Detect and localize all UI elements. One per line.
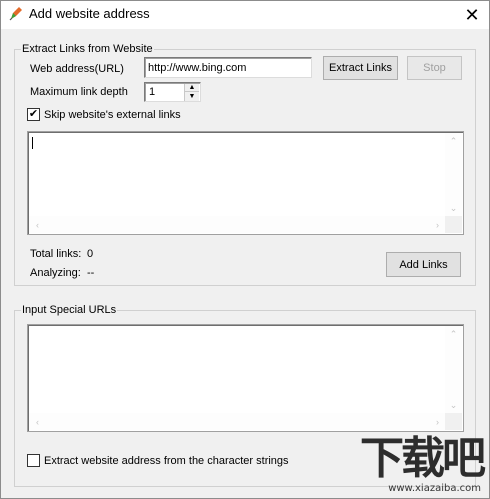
web-address-input[interactable] — [144, 57, 312, 78]
scroll-up-icon[interactable]: ⌃ — [445, 133, 462, 150]
total-links-value: 0 — [87, 248, 94, 260]
close-icon: ✕ — [464, 4, 480, 25]
checkmark-icon: ✔ — [28, 108, 39, 120]
extract-strings-checkbox[interactable] — [27, 454, 40, 467]
scroll-corner — [445, 216, 462, 233]
scroll-corner — [445, 413, 462, 430]
vertical-scrollbar[interactable]: ⌃ ⌄ — [445, 326, 462, 414]
add-website-dialog: Add website address ✕ Extract Links from… — [0, 0, 490, 499]
depth-spinner[interactable]: ▲ ▼ — [184, 84, 199, 101]
spin-up-icon[interactable]: ▲ — [185, 84, 199, 92]
add-links-button[interactable]: Add Links — [386, 252, 461, 277]
max-link-depth-value: 1 — [149, 86, 156, 98]
extract-links-group-label: Extract Links from Website — [21, 43, 154, 55]
stop-button[interactable]: Stop — [407, 56, 462, 80]
skip-external-checkbox[interactable]: ✔ — [27, 108, 40, 121]
extract-links-button[interactable]: Extract Links — [323, 56, 398, 80]
special-urls-group-label: Input Special URLs — [21, 304, 118, 316]
skip-external-label: Skip website's external links — [44, 109, 181, 121]
max-link-depth-label: Maximum link depth — [30, 86, 128, 98]
links-textarea[interactable]: ⌃ ⌄ ‹ › — [27, 131, 464, 235]
analyzing-label: Analyzing: — [30, 267, 81, 279]
close-button[interactable]: ✕ — [455, 1, 489, 29]
special-urls-textarea[interactable]: ⌃ ⌄ ‹ › — [27, 324, 464, 432]
max-link-depth-field[interactable]: 1 ▲ ▼ — [144, 82, 201, 102]
horizontal-scrollbar[interactable]: ‹ › — [29, 413, 446, 430]
spin-down-icon[interactable]: ▼ — [185, 92, 199, 100]
text-caret — [32, 137, 33, 149]
vertical-scrollbar[interactable]: ⌃ ⌄ — [445, 133, 462, 217]
extract-strings-label: Extract website address from the charact… — [44, 455, 289, 467]
watermark-url: www.xiazaiba.com — [388, 483, 481, 494]
pencil-icon — [9, 7, 22, 21]
scroll-left-icon[interactable]: ‹ — [29, 413, 46, 430]
scroll-right-icon[interactable]: › — [429, 413, 446, 430]
site-watermark: 下载吧 www.xiazaiba.com — [355, 433, 486, 495]
scroll-left-icon[interactable]: ‹ — [29, 216, 46, 233]
web-address-label: Web address(URL) — [30, 63, 124, 75]
total-links-label: Total links: — [30, 248, 82, 260]
scroll-down-icon[interactable]: ⌄ — [445, 200, 462, 217]
window-title: Add website address — [29, 6, 150, 21]
analyzing-value: -- — [87, 267, 95, 279]
horizontal-scrollbar[interactable]: ‹ › — [29, 216, 446, 233]
scroll-down-icon[interactable]: ⌄ — [445, 397, 462, 414]
scroll-right-icon[interactable]: › — [429, 216, 446, 233]
scroll-up-icon[interactable]: ⌃ — [445, 326, 462, 343]
title-bar: Add website address ✕ — [1, 1, 489, 29]
watermark-logo: 下载吧 — [360, 433, 486, 484]
